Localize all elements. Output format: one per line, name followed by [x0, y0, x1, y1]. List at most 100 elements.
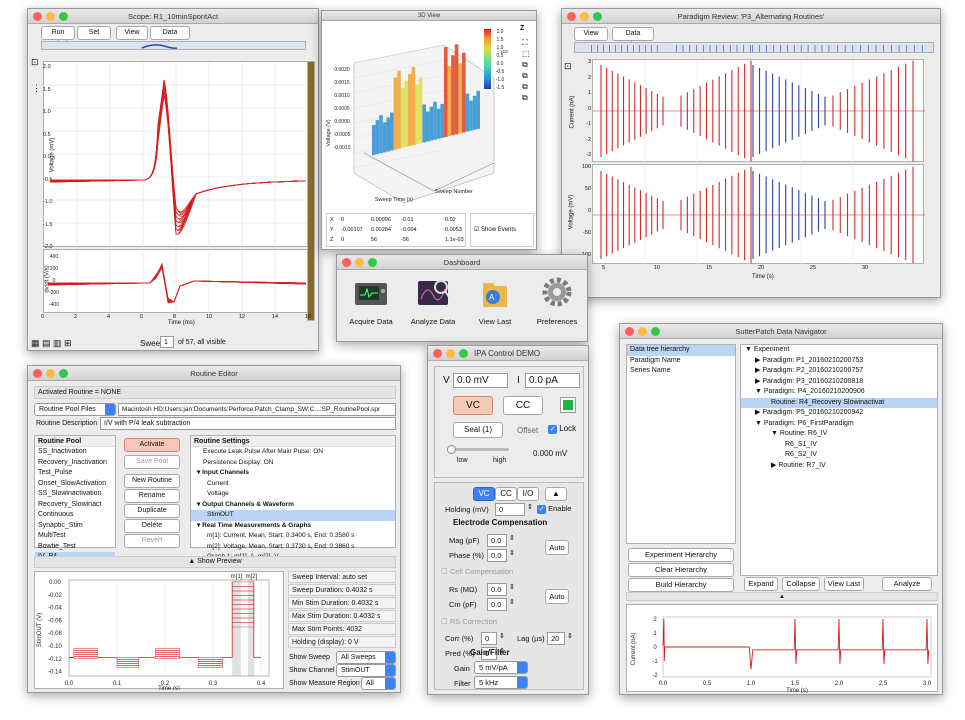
zoom-button[interactable]: [459, 349, 468, 358]
tree-item[interactable]: R6_S2_IV: [741, 450, 937, 461]
rs-stepper[interactable]: ⇕: [509, 583, 515, 591]
show-channel-select[interactable]: StimOUT: [336, 664, 396, 677]
scope-overview-strip[interactable]: [41, 41, 306, 50]
tree-item[interactable]: ▶ Paradigm: P1_20160210200753: [741, 356, 937, 367]
close-button[interactable]: [433, 349, 442, 358]
scope-tool-icons[interactable]: ▦ ▤ ▥ ⊞: [31, 338, 72, 349]
show-preview-bar[interactable]: ▲ Show Preview: [34, 556, 396, 568]
offset-label[interactable]: Offset: [517, 426, 538, 435]
corr-stepper[interactable]: ⇕: [499, 632, 505, 640]
routine-preview-plot[interactable]: 0.00 -0.02 -0.04 -0.06 -0.08 -0.10 -0.12 -0.14 0…: [34, 571, 284, 690]
routine-pool-list[interactable]: Routine Pool SS_Inactivation Recovery_Inac…: [34, 435, 116, 563]
tree-item[interactable]: ▶ Paradigm: P5_20160210200942: [741, 408, 937, 419]
minimize-button[interactable]: [446, 349, 455, 358]
enable-checkbox[interactable]: ✓ Enable: [537, 504, 571, 514]
routine-description-field[interactable]: I/V with P/4 leak subtraction: [100, 417, 396, 430]
zoom-button[interactable]: [368, 258, 377, 267]
tab-vc[interactable]: VC: [473, 487, 495, 501]
cm-input[interactable]: 0.0: [487, 598, 507, 611]
cell-auto-button[interactable]: Auto: [545, 589, 569, 604]
minimize-button[interactable]: [46, 369, 55, 378]
zoom-button[interactable]: [651, 327, 660, 336]
tree-item[interactable]: ▶ Routine: R7_IV: [741, 461, 937, 472]
pool-item[interactable]: Synaptic_Stim: [35, 521, 115, 532]
tree-item[interactable]: R6_S1_IV: [741, 440, 937, 451]
tab-cc[interactable]: CC: [495, 487, 517, 501]
tree-item[interactable]: ▼ Experiment: [741, 345, 937, 356]
minimize-button[interactable]: [355, 258, 364, 267]
hierarchy-item[interactable]: Paradigm Name: [627, 356, 735, 367]
phase-input[interactable]: 0.0: [487, 549, 507, 562]
setting-item[interactable]: Current: [191, 479, 395, 490]
routine-settings-panel[interactable]: Routine Settings Execute Leak Pulse After…: [190, 435, 396, 560]
navigator-collapse-bar[interactable]: ▲: [626, 592, 938, 601]
rs-correction-checkbox[interactable]: ☐ RS Correction: [441, 617, 497, 626]
pool-item[interactable]: SS_Slowinactivation: [35, 489, 115, 500]
view3d-surface-plot[interactable]: 0.0020 0.0015 0.0010 0.0005 0.0000 -0.0005 -0.…: [324, 23, 509, 213]
minimize-button[interactable]: [46, 12, 55, 21]
tree-item[interactable]: ▶ Paradigm: P2_20160210200757: [741, 366, 937, 377]
close-button[interactable]: [342, 258, 351, 267]
setting-item[interactable]: ▾ Real Time Measurements & Graphs: [191, 521, 395, 532]
scope-top-plot[interactable]: Voltage (mV) 2.0 1.5 1.0 0.5 0.0 -0.5 -1.0 -1.5…: [43, 61, 309, 250]
tree-item[interactable]: ▼ Paradigm: P4_20160210200906: [741, 387, 937, 398]
show-events-box[interactable]: ☑ Show Events: [470, 213, 534, 247]
close-button[interactable]: [625, 327, 634, 336]
lag-input[interactable]: 20: [547, 632, 565, 645]
routine-save-pool-button[interactable]: Save Pool: [124, 455, 180, 469]
cell-comp-checkbox[interactable]: ☐ Cell Compensation: [441, 567, 513, 576]
mag-stepper[interactable]: ⇕: [509, 534, 515, 542]
tree-item[interactable]: Routine: R4_Recovery Slowinactivat: [741, 397, 937, 408]
scope-bottom-plot[interactable]: dv/dt (V/s) 400 200 0 -200 -400: [43, 249, 308, 314]
experiment-hierarchy-button[interactable]: Experiment Hierarchy: [628, 548, 734, 562]
minimize-button[interactable]: [580, 12, 589, 21]
run-analysis-button[interactable]: Run Analysis: [41, 26, 75, 48]
view-last-item[interactable]: A View Last: [469, 275, 521, 335]
hierarchy-item[interactable]: Data tree hierarchy: [627, 345, 735, 356]
hierarchy-item[interactable]: Series Name: [627, 366, 735, 377]
clear-hierarchy-button[interactable]: Clear Hierarchy: [628, 563, 734, 577]
holding-stepper[interactable]: ⇕: [527, 503, 533, 511]
setting-item[interactable]: Execute Leak Pulse After Main Pulse: ON: [191, 447, 395, 458]
setting-item[interactable]: ▾ Output Channels & Waveform: [191, 500, 395, 511]
gain-select[interactable]: 5 mV/pA: [474, 661, 528, 674]
gain-slider[interactable]: [447, 445, 509, 454]
mag-input[interactable]: 0.0: [487, 534, 507, 547]
view-meta-button[interactable]: View Meta: [116, 26, 148, 48]
close-button[interactable]: [33, 369, 42, 378]
routine-revert-button[interactable]: Revert: [124, 534, 180, 548]
zoom-button[interactable]: [59, 12, 68, 21]
paradigm-current-plot[interactable]: [592, 59, 925, 163]
tab-io[interactable]: I/O: [517, 487, 539, 501]
pool-item[interactable]: Bowtie_Test: [35, 542, 115, 553]
view-last-button[interactable]: View Last: [824, 577, 864, 591]
routine-delete-button[interactable]: Delete: [124, 519, 180, 533]
show-measure-region-select[interactable]: All: [361, 677, 396, 690]
holding-input[interactable]: 0: [495, 503, 525, 516]
navigator-plot[interactable]: 2 1 0 -1 -2 0.0 0.5 1.0 1.5 2.0 2.5 3.0 Time (s) Curr…: [626, 604, 938, 693]
zoom-icon[interactable]: ⊡: [564, 61, 572, 72]
pool-item[interactable]: Recovery_Slowinact: [35, 500, 115, 511]
corr-input[interactable]: 0: [481, 632, 497, 645]
show-sweep-select[interactable]: All Sweeps: [336, 651, 396, 664]
seal-button[interactable]: Seal (1): [453, 422, 503, 438]
lag-stepper[interactable]: ⇕: [567, 632, 573, 640]
paradigm-voltage-plot[interactable]: [592, 164, 925, 265]
setting-item[interactable]: Voltage: [191, 489, 395, 500]
zoom-button[interactable]: [59, 369, 68, 378]
data-navigator-button[interactable]: Data Navigator: [150, 26, 190, 48]
filter-select[interactable]: 5 kHz: [474, 676, 528, 689]
build-hierarchy-button[interactable]: Build Hierarchy: [628, 578, 734, 592]
hierarchy-list[interactable]: Data tree hierarchy Paradigm Name Series N…: [626, 344, 736, 544]
tree-item[interactable]: ▼ Paradigm: P6_FirstParadigm: [741, 419, 937, 430]
tree-item[interactable]: ▼ Routine: R6_IV: [741, 429, 937, 440]
vc-mode-button[interactable]: VC: [453, 396, 493, 415]
view3d-tool-icons[interactable]: ⛶ ⬚ ⧉ ⧉ ⧉ ⧉: [522, 37, 532, 103]
zoom-slider-icon[interactable]: ⋮: [32, 83, 41, 94]
collapse-tabs-button[interactable]: ▲: [545, 487, 567, 501]
pool-item[interactable]: Onset_SlowActivation: [35, 479, 115, 490]
electrode-auto-button[interactable]: Auto: [545, 540, 569, 555]
zoom-icon[interactable]: ⊡: [31, 57, 39, 68]
collapse-button[interactable]: Collapse: [782, 577, 820, 591]
routine-rename-button[interactable]: Rename: [124, 489, 180, 503]
